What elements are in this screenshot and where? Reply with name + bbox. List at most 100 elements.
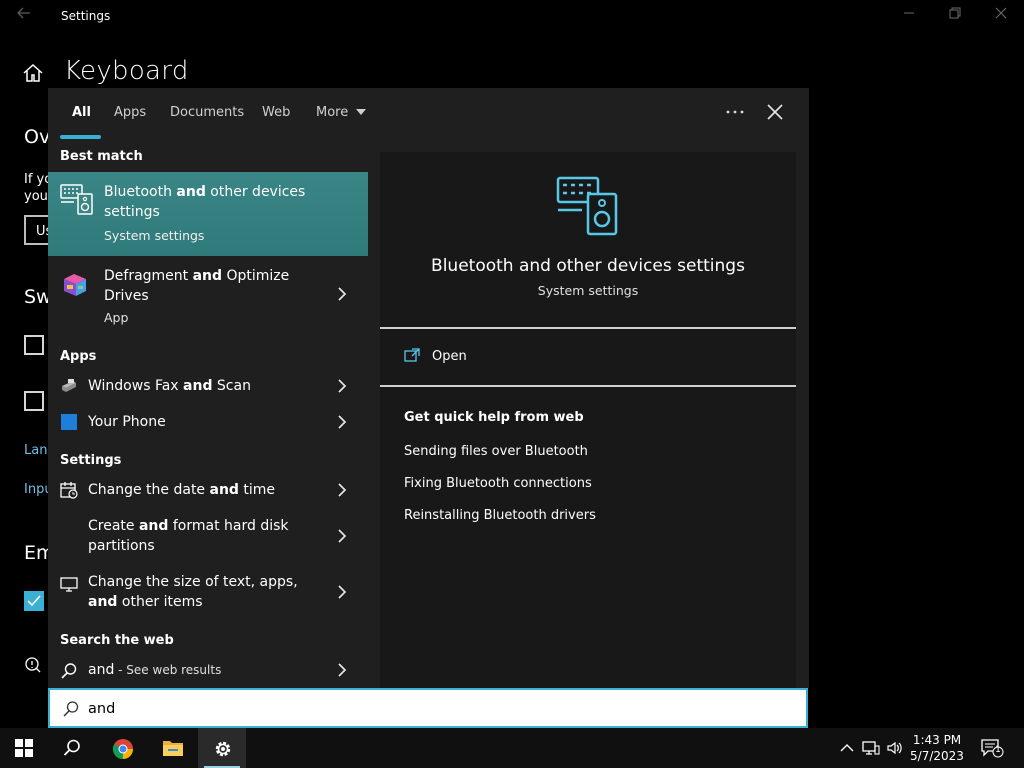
folder-icon	[163, 741, 183, 756]
back-button[interactable]	[12, 6, 36, 26]
page-title: Keyboard	[64, 56, 189, 86]
defrag-title: Defragment and Optimize Drives	[104, 268, 290, 304]
fax-scan-icon	[62, 379, 76, 392]
result-defragment[interactable]: Defragment and Optimize Drives App	[48, 256, 368, 340]
result-change-date-time[interactable]: Change the date and time	[48, 472, 368, 508]
search-input[interactable]	[88, 698, 788, 720]
close-icon	[995, 7, 1007, 19]
windows-logo-icon	[15, 739, 33, 757]
defrag-subtitle: App	[104, 310, 129, 325]
taskbar-settings[interactable]	[198, 728, 246, 768]
back-arrow-icon	[17, 7, 30, 19]
search-box[interactable]	[48, 688, 808, 728]
section-settings: Settings	[60, 453, 122, 468]
bg-checkbox-checked[interactable]	[24, 591, 44, 611]
close-icon	[767, 104, 783, 120]
create-format-label: Create and format hard disk partitions	[88, 518, 289, 554]
search-flyout: All Apps Documents Web More Best match B…	[48, 88, 809, 688]
search-tabs: All Apps Documents Web More	[48, 88, 809, 140]
chrome-icon	[112, 739, 133, 760]
open-icon	[404, 348, 420, 362]
start-button[interactable]	[0, 728, 48, 768]
taskbar-file-explorer[interactable]	[148, 728, 196, 768]
chevron-right-icon[interactable]	[334, 286, 350, 302]
result-your-phone[interactable]: Your Phone	[48, 404, 368, 440]
divider	[380, 327, 796, 329]
windows-fax-label: Windows Fax and Scan	[88, 378, 251, 394]
active-tab-indicator	[60, 135, 101, 139]
open-label: Open	[432, 349, 467, 364]
preview-title: Bluetooth and other devices settings	[431, 256, 745, 276]
gear-icon	[215, 741, 231, 757]
chevron-right-icon[interactable]	[334, 662, 350, 678]
checkmark-icon	[27, 595, 41, 607]
tab-more-label: More	[316, 105, 349, 120]
chevron-right-icon[interactable]	[334, 482, 350, 498]
search-icon	[61, 663, 77, 679]
tab-documents[interactable]: Documents	[170, 105, 244, 120]
help-link-reinstalling-drivers[interactable]: Reinstalling Bluetooth drivers	[404, 508, 596, 523]
result-web-search[interactable]: and - See web results	[48, 652, 368, 688]
title-bar: Settings	[0, 0, 1024, 33]
result-change-text-size[interactable]: Change the size of text, apps, and other…	[48, 564, 368, 620]
section-search-web: Search the web	[60, 633, 174, 648]
result-windows-fax[interactable]: Windows Fax and Scan	[48, 368, 368, 404]
taskbar-search-button[interactable]	[48, 728, 96, 768]
search-icon	[63, 701, 79, 717]
app-title: Settings	[61, 9, 111, 23]
volume-icon[interactable]	[886, 740, 904, 756]
change-date-time-label: Change the date and time	[88, 482, 276, 498]
chevron-right-icon[interactable]	[334, 528, 350, 544]
chevron-right-icon[interactable]	[334, 414, 350, 430]
help-link-fixing-connections[interactable]: Fixing Bluetooth connections	[404, 476, 592, 491]
your-phone-label: Your Phone	[88, 414, 166, 430]
web-search-label: and - See web results	[88, 662, 222, 678]
result-create-format-partitions[interactable]: Create and format hard disk partitions	[48, 508, 368, 564]
tab-all[interactable]: All	[72, 105, 91, 120]
tab-apps[interactable]: Apps	[114, 105, 146, 120]
divider	[380, 385, 796, 387]
best-match-title: Bluetooth and other devices settings	[104, 184, 306, 220]
best-match-item[interactable]: Bluetooth and other devices settings Sys…	[48, 172, 368, 256]
taskbar-chrome[interactable]	[98, 728, 146, 768]
bg-heading-fragment: Ov	[24, 126, 51, 148]
devices-settings-large-icon	[556, 172, 620, 236]
minimize-icon	[904, 12, 914, 14]
bg-checkbox[interactable]	[24, 391, 44, 411]
close-flyout-button[interactable]	[763, 100, 787, 124]
preview-pane: Bluetooth and other devices settings Sys…	[380, 152, 796, 688]
tab-web[interactable]: Web	[262, 105, 290, 120]
more-options-button[interactable]	[723, 100, 747, 124]
restore-button[interactable]	[932, 6, 978, 26]
tab-more[interactable]: More	[316, 105, 367, 120]
chevron-right-icon[interactable]	[334, 584, 350, 600]
date-time-icon	[60, 482, 78, 499]
quick-help-heading: Get quick help from web	[404, 410, 584, 425]
help-link-sending-files[interactable]: Sending files over Bluetooth	[404, 444, 588, 459]
system-clock[interactable]: 1:43 PM 5/7/2023	[904, 732, 970, 764]
chevron-up-icon[interactable]	[838, 740, 856, 756]
taskbar: 1:43 PM 5/7/2023 1	[0, 728, 1024, 768]
bg-checkbox[interactable]	[24, 335, 44, 355]
home-icon	[23, 63, 43, 82]
defrag-app-icon	[60, 270, 90, 300]
home-button[interactable]	[22, 62, 46, 86]
display-icon	[60, 577, 78, 592]
action-center-button[interactable]: 1	[980, 738, 1004, 758]
feedback-icon	[24, 656, 42, 674]
bg-text-fragment: you	[24, 189, 48, 204]
ellipsis-icon	[726, 110, 744, 114]
minimize-button[interactable]	[886, 6, 932, 26]
network-icon[interactable]	[862, 740, 880, 756]
devices-settings-icon	[60, 182, 94, 216]
notification-count: 1	[995, 745, 1001, 755]
best-match-subtitle: System settings	[104, 228, 205, 243]
section-best-match: Best match	[60, 149, 143, 164]
close-window-button[interactable]	[978, 6, 1024, 26]
search-icon	[63, 739, 80, 756]
section-apps: Apps	[60, 349, 97, 364]
chevron-right-icon[interactable]	[334, 378, 350, 394]
clock-date: 5/7/2023	[910, 749, 964, 763]
results-list: Best match Bluetooth and other devices s…	[48, 140, 368, 688]
preview-subtitle: System settings	[537, 283, 639, 298]
